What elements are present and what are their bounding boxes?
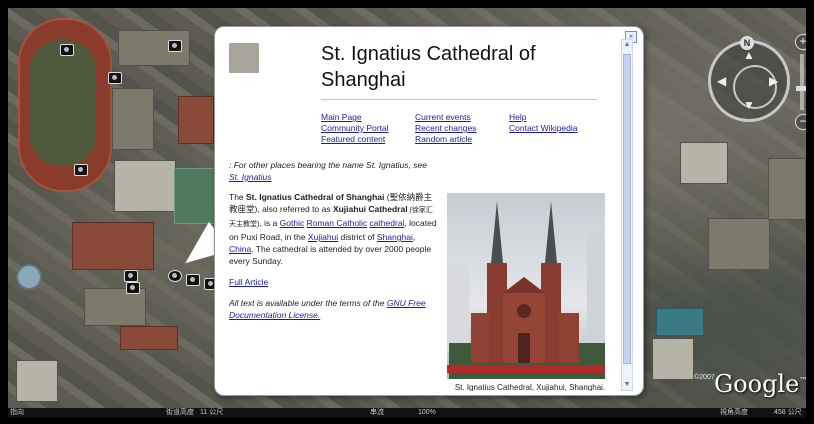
fountain — [16, 264, 42, 290]
copyright-text: ©2007 — [694, 374, 715, 381]
scroll-up-icon[interactable]: ▲ — [622, 40, 632, 50]
window-frame: ▲ ▼ ◀ ▶ N + − ©2007 Google™ × St. Ignati… — [0, 0, 814, 424]
photo-placemark-icon[interactable] — [108, 72, 122, 84]
map-building — [680, 142, 728, 184]
link-community-portal[interactable]: Community Portal — [321, 123, 389, 134]
link-china[interactable]: China — [229, 244, 251, 254]
google-logo: Google™ — [714, 370, 806, 398]
info-balloon: × St. Ignatius Cathedral of Shanghai Mai… — [214, 26, 644, 396]
article-title: St. Ignatius Cathedral of Shanghai — [321, 41, 597, 100]
article-summary: The St. Ignatius Cathedral of Shanghai (… — [229, 192, 437, 266]
street-height-label: 街道高度 — [166, 409, 194, 416]
blue-roof — [656, 308, 704, 336]
map-building — [120, 326, 178, 350]
look-down-icon[interactable]: ▼ — [743, 99, 755, 111]
pointer-label: 指向 — [10, 409, 24, 416]
link-current-events[interactable]: Current events — [415, 112, 476, 123]
map-building — [708, 218, 770, 270]
wiki-links-col3: Help Contact Wikipedia — [509, 112, 578, 134]
map-building — [178, 96, 214, 144]
tennis-court — [174, 168, 216, 224]
zoom-track[interactable] — [800, 54, 804, 110]
link-featured-content[interactable]: Featured content — [321, 134, 389, 145]
map-building — [768, 158, 806, 220]
zoom-slider[interactable]: + − — [792, 34, 806, 130]
map-building — [652, 338, 694, 380]
link-cathedral[interactable]: cathedral — [369, 218, 404, 228]
map-building — [16, 360, 58, 402]
link-random-article[interactable]: Random article — [415, 134, 476, 145]
photo-placemark-icon[interactable] — [124, 270, 138, 282]
street-height-value: 11 公尺 — [200, 409, 224, 416]
cathedral-illustration — [447, 201, 605, 379]
photo-placemark-icon[interactable] — [168, 40, 182, 52]
link-recent-changes[interactable]: Recent changes — [415, 123, 476, 134]
disambiguation-note: : For other places bearing the name St. … — [229, 160, 427, 182]
photo-placemark-icon[interactable] — [60, 44, 74, 56]
look-up-icon[interactable]: ▲ — [743, 49, 755, 61]
streaming-value: 100% — [418, 409, 436, 416]
status-bar: 指向 街道高度 11 公尺 串流 100% 視角高度 458 公尺 — [8, 408, 806, 418]
north-reset-button[interactable]: N — [740, 36, 754, 50]
look-left-icon[interactable]: ◀ — [717, 75, 726, 87]
eye-altitude-label: 視角高度 — [720, 409, 748, 416]
photo-placemark-icon[interactable] — [126, 282, 140, 294]
license-note: All text is available under the terms of… — [229, 298, 426, 320]
wikipedia-logo-placeholder — [229, 43, 259, 73]
zoom-thumb[interactable] — [796, 86, 806, 91]
link-xujiahui[interactable]: Xujiahui — [308, 232, 338, 242]
link-shanghai[interactable]: Shanghai — [377, 232, 413, 242]
navigation-control[interactable]: ▲ ▼ ◀ ▶ N — [704, 36, 792, 124]
look-right-icon[interactable]: ▶ — [769, 75, 778, 87]
balloon-content: St. Ignatius Cathedral of Shanghai Main … — [227, 39, 623, 391]
map-building — [114, 160, 176, 212]
link-st-ignatius[interactable]: St. Ignatius — [229, 172, 272, 182]
balloon-scrollbar[interactable]: ▲ ▼ — [621, 39, 633, 391]
sports-field — [30, 40, 96, 166]
map-building — [112, 88, 154, 150]
map-building — [72, 222, 154, 270]
eye-altitude-value: 458 公尺 — [774, 409, 802, 416]
link-help[interactable]: Help — [509, 112, 578, 123]
zoom-in-button[interactable]: + — [795, 34, 806, 50]
link-main-page[interactable]: Main Page — [321, 112, 389, 123]
wiki-links-col1: Main Page Community Portal Featured cont… — [321, 112, 389, 145]
cathedral-photo — [447, 193, 605, 379]
photo-placemark-icon[interactable] — [74, 164, 88, 176]
link-contact-wikipedia[interactable]: Contact Wikipedia — [509, 123, 578, 134]
photo-caption: St. Ignatius Cathedral, Xujiahui, Shangh… — [454, 383, 606, 391]
link-roman-catholic[interactable]: Roman Catholic — [307, 218, 367, 228]
zoom-out-button[interactable]: − — [795, 114, 806, 130]
look-ring[interactable]: ▲ ▼ ◀ ▶ — [708, 40, 790, 122]
full-article-link[interactable]: Full Article — [229, 277, 268, 287]
scroll-down-icon[interactable]: ▼ — [622, 380, 632, 390]
link-gothic[interactable]: Gothic — [280, 218, 305, 228]
scroll-thumb[interactable] — [623, 54, 631, 364]
wiki-links-col2: Current events Recent changes Random art… — [415, 112, 476, 145]
streaming-label: 串流 — [370, 409, 384, 416]
selected-placemark-icon[interactable] — [168, 270, 182, 282]
